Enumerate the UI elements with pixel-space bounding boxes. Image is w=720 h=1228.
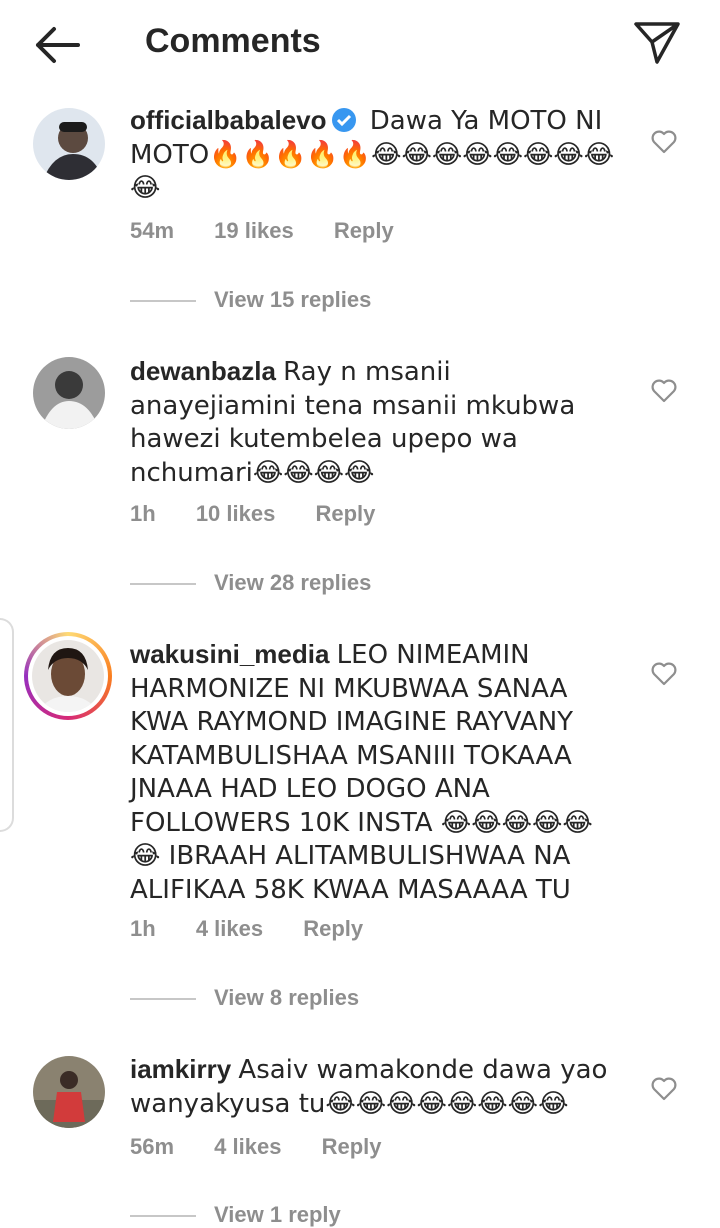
comment-meta: 54m 19 likes Reply: [130, 218, 428, 244]
view-replies-label: View 8 replies: [214, 985, 360, 1010]
reply-button[interactable]: Reply: [334, 218, 394, 243]
arrow-left-icon: [36, 27, 80, 63]
header-bar: Comments: [0, 0, 720, 90]
share-button[interactable]: [630, 18, 684, 68]
view-replies-button[interactable]: View 1 reply: [130, 1202, 341, 1228]
view-replies-button[interactable]: View 28 replies: [130, 570, 371, 596]
view-replies-label: View 15 replies: [214, 287, 372, 312]
replies-divider: [130, 998, 196, 1001]
like-heart-icon[interactable]: [650, 660, 678, 688]
comment-likes[interactable]: 4 likes: [196, 916, 263, 941]
paper-plane-icon: [634, 22, 680, 64]
comment-meta: 1h 10 likes Reply: [130, 501, 409, 527]
comment-meta: 56m 4 likes Reply: [130, 1134, 416, 1160]
view-replies-label: View 1 reply: [214, 1202, 341, 1227]
reply-button[interactable]: Reply: [303, 916, 363, 941]
back-button[interactable]: [30, 20, 84, 70]
like-heart-icon[interactable]: [650, 1075, 678, 1103]
comment-time: 54m: [130, 218, 175, 243]
comment-body: wakusini_media LEO NIMEAMIN HARMONIZE NI…: [130, 638, 620, 906]
side-drawer-handle[interactable]: [0, 618, 14, 832]
avatar[interactable]: [33, 108, 105, 180]
replies-divider: [130, 583, 196, 586]
page-title: Comments: [145, 22, 321, 60]
comment-body: officialbabalevo Dawa Ya MOTO NI MOTO🔥🔥🔥…: [130, 104, 620, 205]
reply-button[interactable]: Reply: [322, 1134, 382, 1159]
replies-divider: [130, 1215, 196, 1218]
comment-time: 1h: [130, 501, 156, 526]
comment-time: 1h: [130, 916, 156, 941]
comment-likes[interactable]: 4 likes: [214, 1134, 281, 1159]
comment-body: dewanbazla Ray n msanii anayejiamini ten…: [130, 355, 620, 489]
verified-badge-icon: [331, 108, 356, 132]
like-heart-icon[interactable]: [650, 377, 678, 405]
comment-likes[interactable]: 19 likes: [214, 218, 294, 243]
view-replies-button[interactable]: View 15 replies: [130, 287, 371, 313]
comment-body: iamkirry Asaiv wamakonde dawa yao wanyak…: [130, 1053, 620, 1120]
comment-time: 56m: [130, 1134, 175, 1159]
replies-divider: [130, 300, 196, 303]
view-replies-button[interactable]: View 8 replies: [130, 985, 359, 1011]
avatar-image: [33, 1056, 105, 1128]
avatar[interactable]: [33, 1056, 105, 1128]
avatar[interactable]: [33, 357, 105, 429]
comment-username[interactable]: dewanbazla: [130, 356, 276, 386]
view-replies-label: View 28 replies: [214, 570, 372, 595]
reply-button[interactable]: Reply: [315, 501, 375, 526]
comment-username[interactable]: officialbabalevo: [130, 105, 327, 135]
like-heart-icon[interactable]: [650, 128, 678, 156]
comment-likes[interactable]: 10 likes: [196, 501, 276, 526]
story-avatar[interactable]: [24, 632, 112, 720]
comment-username[interactable]: iamkirry: [130, 1054, 231, 1084]
avatar-image: [33, 108, 105, 180]
comment-text: LEO NIMEAMIN HARMONIZE NI MKUBWAA SANAA …: [130, 640, 593, 905]
avatar-image: [32, 640, 104, 712]
comment-meta: 1h 4 likes Reply: [130, 916, 397, 942]
avatar-image: [33, 357, 105, 429]
comment-username[interactable]: wakusini_media: [130, 639, 329, 669]
